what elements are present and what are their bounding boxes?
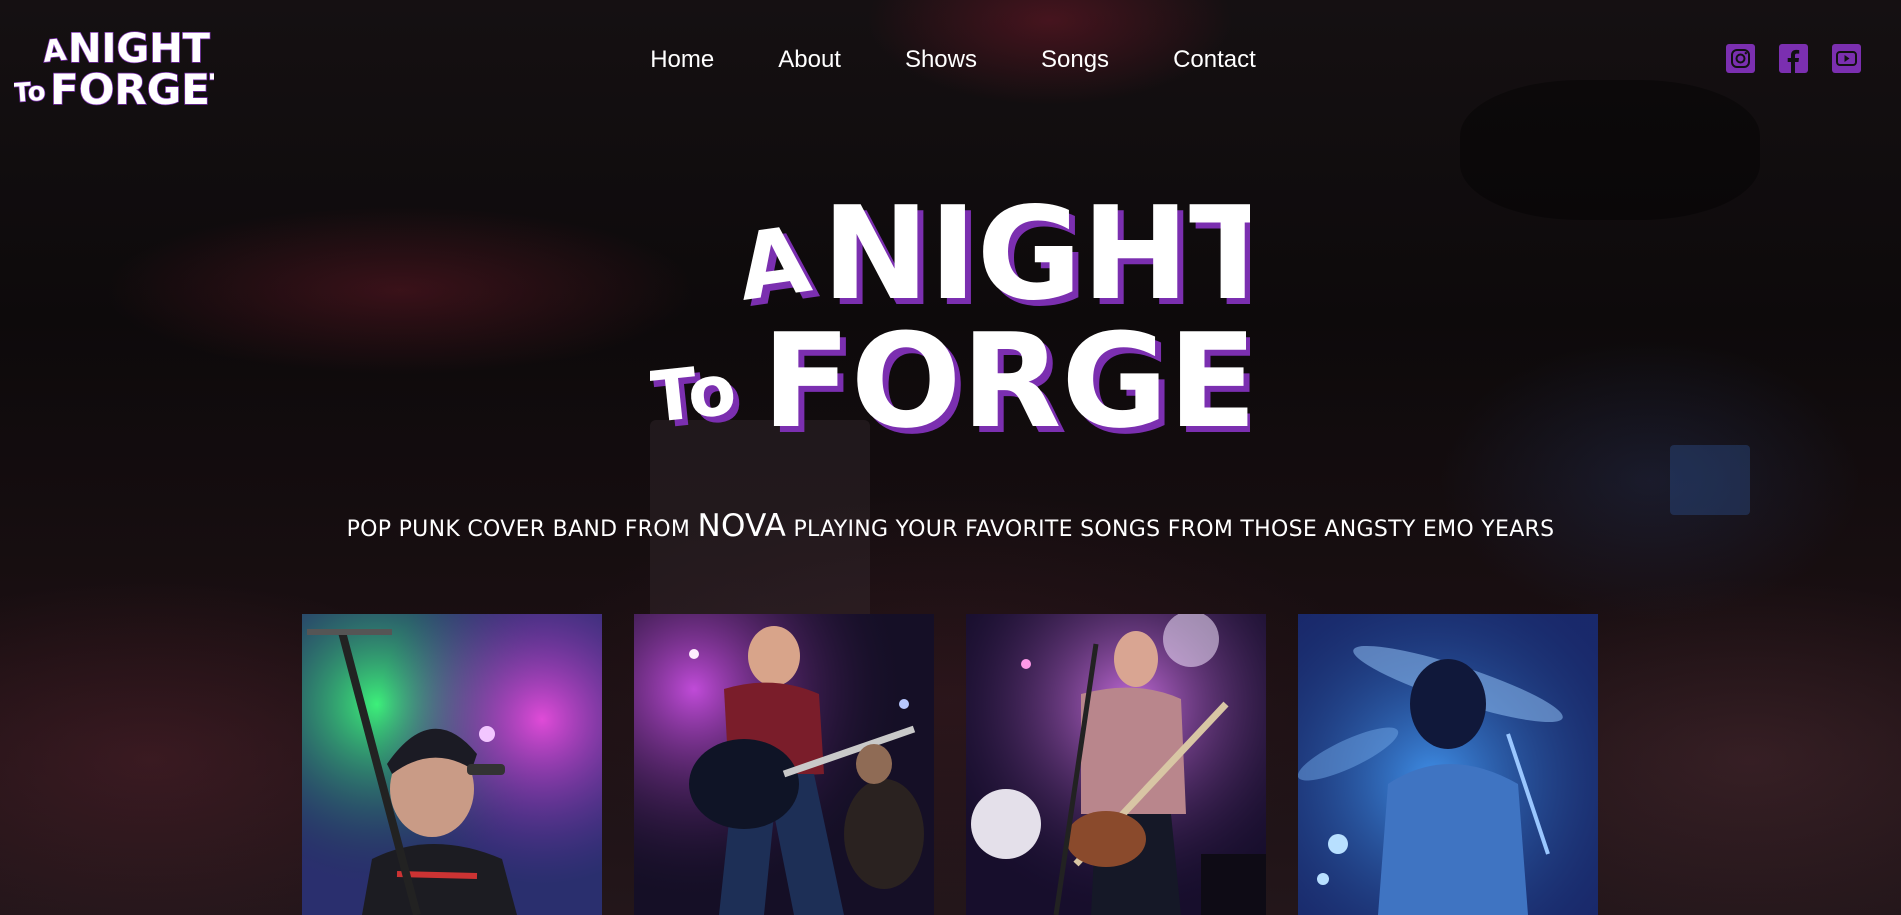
svg-text:FORGET: FORGET	[762, 305, 1250, 450]
nav-home[interactable]: Home	[650, 44, 714, 76]
nav-about[interactable]: About	[778, 44, 841, 76]
main-nav: Home About Shows Songs Contact	[0, 44, 1901, 76]
tagline-after: playing your favorite songs from those a…	[793, 517, 1555, 542]
youtube-icon[interactable]	[1832, 44, 1861, 73]
photo-vocalist[interactable]	[302, 614, 602, 915]
instagram-icon[interactable]	[1726, 44, 1755, 73]
photo-bassist[interactable]	[966, 614, 1266, 915]
photo-gallery	[302, 614, 1598, 915]
nav-contact[interactable]: Contact	[1173, 44, 1256, 76]
photo-drummer[interactable]	[1298, 614, 1598, 915]
facebook-icon[interactable]	[1779, 44, 1808, 73]
tagline-highlight: NOVA	[697, 508, 787, 544]
tagline: Pop punk cover band from NOVA playing yo…	[0, 508, 1901, 544]
svg-text:To: To	[14, 77, 47, 109]
social-links	[1726, 44, 1861, 73]
hero-logo: A NIGHT To FORGET A NIGHT To FORGET	[650, 180, 1250, 450]
tagline-before: Pop punk cover band from	[346, 517, 691, 542]
photo-guitarist[interactable]	[634, 614, 934, 915]
svg-text:To: To	[650, 348, 740, 439]
nav-shows[interactable]: Shows	[905, 44, 977, 76]
nav-songs[interactable]: Songs	[1041, 44, 1109, 76]
